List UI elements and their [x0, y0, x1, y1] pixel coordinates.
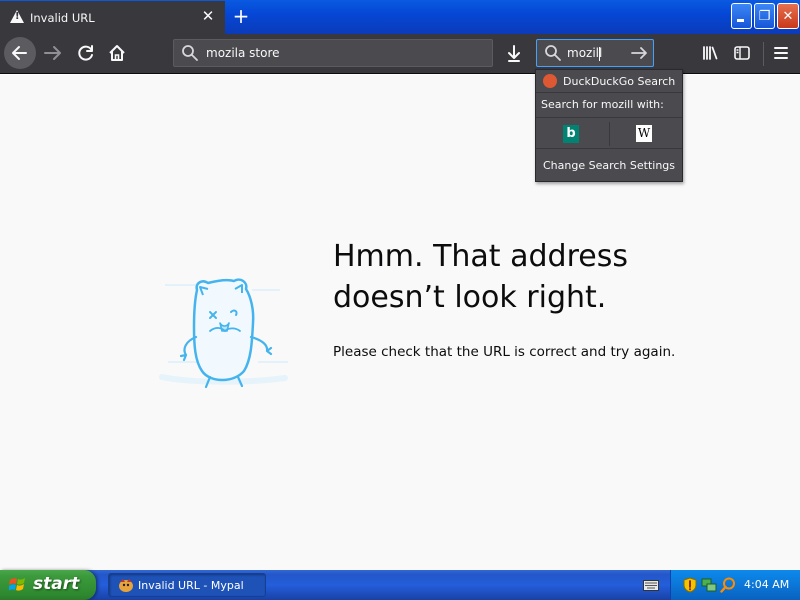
restore-icon: ❐: [758, 9, 771, 24]
download-icon: [508, 45, 520, 62]
back-arrow-icon: [12, 46, 27, 60]
system-tray: 4:04 AM: [670, 570, 800, 600]
reload-icon: [78, 45, 93, 61]
forward-arrow-icon: [44, 46, 61, 60]
tab-invalid-url[interactable]: Invalid URL ✕: [0, 1, 225, 34]
minimize-icon: [737, 19, 744, 22]
home-icon: [109, 45, 125, 61]
go-arrow-icon[interactable]: [629, 43, 651, 63]
search-input[interactable]: mozill: [567, 46, 602, 60]
duckduckgo-icon: [543, 74, 557, 88]
nav-toolbar: mozila store mozill: [0, 34, 800, 74]
search-for-label: Search for mozill with:: [541, 98, 664, 111]
close-window-icon: ✕: [782, 9, 794, 24]
screen: Invalid URL ✕ + ❐ ✕: [0, 0, 800, 600]
start-label: start: [33, 574, 80, 594]
search-engine-popup: DuckDuckGo Search Search for mozill with…: [535, 69, 683, 182]
tab-title: Invalid URL: [30, 11, 95, 25]
library-icon: [703, 46, 718, 60]
search-icon: [182, 45, 198, 61]
engine-divider: [609, 122, 610, 146]
error-heading-line-2: doesn’t look right.: [333, 280, 607, 315]
new-tab-button[interactable]: +: [230, 4, 252, 28]
restore-button[interactable]: ❐: [754, 3, 775, 29]
error-heading: Hmm. That address doesn’t look right.: [333, 236, 693, 318]
search-bar[interactable]: mozill: [536, 39, 654, 67]
reload-button[interactable]: [71, 38, 101, 68]
hamburger-menu-icon: [774, 47, 788, 59]
security-shield-icon[interactable]: [683, 577, 697, 593]
clock: 4:04 AM: [744, 578, 790, 591]
library-button[interactable]: [695, 38, 725, 68]
one-off-engines: b W: [536, 117, 682, 149]
sidebar-button[interactable]: [727, 38, 757, 68]
default-engine-label: DuckDuckGo Search: [563, 75, 676, 88]
default-engine-row[interactable]: DuckDuckGo Search: [536, 70, 682, 93]
taskbar-item-label: Invalid URL - Mypal: [138, 579, 244, 592]
taskbar-item-mypal[interactable]: Invalid URL - Mypal: [108, 573, 266, 597]
windows-logo-icon: [9, 578, 25, 591]
start-button[interactable]: start: [0, 570, 96, 600]
tab-strip: Invalid URL ✕ + ❐ ✕: [0, 0, 800, 34]
mypal-icon: [119, 579, 133, 592]
close-window-button[interactable]: ✕: [777, 3, 799, 29]
warning-icon: [10, 10, 24, 23]
downloads-button[interactable]: [499, 38, 529, 68]
search-icon: [545, 45, 561, 61]
error-message: Please check that the URL is correct and…: [333, 344, 676, 360]
wikipedia-icon[interactable]: W: [636, 125, 652, 142]
sad-hamster-illustration: [159, 278, 288, 389]
change-search-settings-button[interactable]: Change Search Settings: [536, 159, 682, 172]
home-button[interactable]: [102, 38, 132, 68]
back-button[interactable]: [4, 37, 36, 69]
bing-icon[interactable]: b: [563, 125, 579, 143]
toolbar-divider: [763, 42, 764, 66]
network-icon[interactable]: [701, 577, 717, 593]
menu-button[interactable]: [766, 38, 796, 68]
minimize-button[interactable]: [731, 3, 752, 29]
text-caret: [599, 47, 600, 61]
forward-button[interactable]: [38, 38, 68, 68]
url-bar[interactable]: mozila store: [173, 39, 493, 67]
url-input[interactable]: mozila store: [206, 46, 280, 60]
error-heading-line-1: Hmm. That address: [333, 239, 628, 274]
taskbar: start Invalid URL - Mypal 4:04 AM: [0, 570, 800, 600]
sidebar-icon: [734, 46, 750, 60]
keyboard-icon[interactable]: [643, 578, 659, 591]
search-tray-icon[interactable]: [720, 577, 736, 593]
close-tab-icon[interactable]: ✕: [200, 8, 216, 24]
